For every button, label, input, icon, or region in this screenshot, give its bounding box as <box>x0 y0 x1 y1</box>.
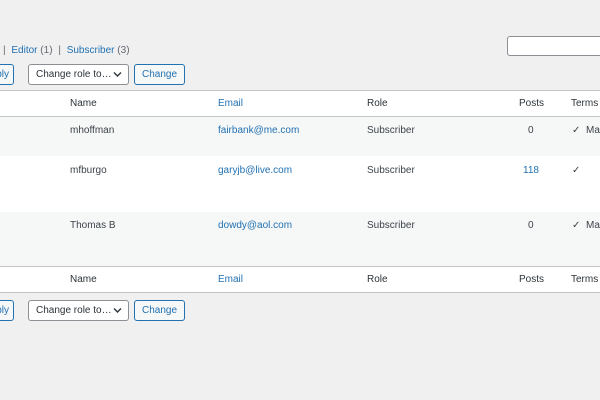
user-posts-link[interactable]: 118 <box>523 165 539 176</box>
change-button-bottom[interactable]: Change <box>134 300 186 321</box>
user-role: Subscriber <box>367 125 415 136</box>
footer-divider <box>0 266 600 267</box>
apply-button-top[interactable]: ply <box>0 64 14 85</box>
column-header-posts[interactable]: Posts <box>519 98 544 109</box>
change-role-select-top[interactable]: Change role to… <box>28 64 129 85</box>
user-role: Subscriber <box>367 165 415 176</box>
user-name[interactable]: mhoffman <box>70 125 114 136</box>
user-role: Subscriber <box>367 220 415 231</box>
table-row-stripe <box>0 117 600 156</box>
search-input[interactable] <box>507 36 600 56</box>
change-role-select-bottom[interactable]: Change role to… <box>28 300 129 321</box>
column-footer-email[interactable]: Email <box>218 274 243 285</box>
column-footer-terms: Terms <box>571 274 599 285</box>
check-icon: ✓ <box>572 220 581 231</box>
column-header-name[interactable]: Name <box>70 98 97 109</box>
user-terms: Ma <box>586 220 600 231</box>
user-terms: Ma <box>586 125 600 136</box>
filter-separator: | <box>3 45 6 56</box>
filter-subscriber-count: (3) <box>117 45 130 56</box>
select-value: Change role to… <box>36 69 112 80</box>
user-name[interactable]: mfburgo <box>70 165 107 176</box>
chevron-down-icon <box>113 301 122 327</box>
filter-editor-count: (1) <box>40 45 53 56</box>
filter-subscriber-link[interactable]: Subscriber <box>67 45 115 56</box>
user-email-link[interactable]: garyjb@live.com <box>218 165 292 176</box>
filter-editor-link[interactable]: Editor <box>11 45 37 56</box>
column-header-email[interactable]: Email <box>218 98 243 109</box>
user-posts-count: 0 <box>528 125 534 136</box>
apply-button-bottom[interactable]: ply <box>0 300 14 321</box>
role-filter-links: | Editor (1) | Subscriber (3) <box>0 45 130 56</box>
user-email-link[interactable]: fairbank@me.com <box>218 125 299 136</box>
column-header-terms: Terms <box>571 98 599 109</box>
user-name[interactable]: Thomas B <box>70 220 116 231</box>
filter-separator: | <box>58 45 61 56</box>
chevron-down-icon <box>113 65 122 91</box>
check-icon: ✓ <box>572 125 581 136</box>
column-footer-name[interactable]: Name <box>70 274 97 285</box>
column-header-role: Role <box>367 98 388 109</box>
select-value: Change role to… <box>36 305 112 316</box>
user-email-link[interactable]: dowdy@aol.com <box>218 220 292 231</box>
column-footer-posts[interactable]: Posts <box>519 274 544 285</box>
users-table: Name Email Role Posts Terms mhoffman fai… <box>0 90 600 293</box>
check-icon: ✓ <box>572 165 581 176</box>
user-posts-count: 0 <box>528 220 534 231</box>
column-footer-role: Role <box>367 274 388 285</box>
change-button-top[interactable]: Change <box>134 64 186 85</box>
